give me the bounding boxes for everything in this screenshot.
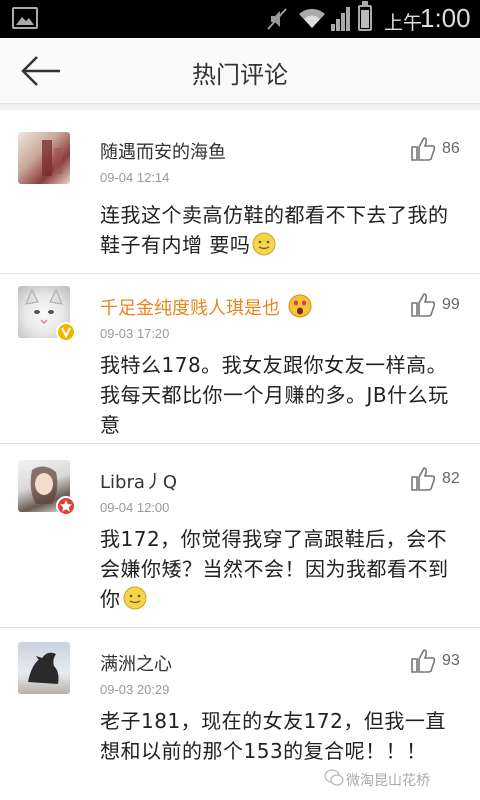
- gallery-icon: [12, 7, 38, 29]
- shocked-emoji-icon: [288, 294, 312, 318]
- thumbs-up-icon: [411, 649, 436, 673]
- comment-body: 我特么178。我女友跟你女友一样高。我每天都比你一个月赚的多。JB什么玩意: [100, 353, 449, 437]
- app-header: 热门评论: [0, 38, 480, 104]
- like-count: 99: [442, 296, 460, 313]
- comment-time: 09-03 20:29: [100, 682, 170, 697]
- vip-badge-icon: [56, 322, 76, 342]
- comment-body: 我172，你觉得我穿了高跟鞋后，会不会嫌你矮？当然不会！因为我都看不到你: [100, 527, 449, 611]
- smile-emoji-icon: [252, 232, 276, 256]
- comment-time: 09-04 12:00: [100, 500, 170, 515]
- like-button[interactable]: 82: [410, 466, 470, 492]
- like-count: 86: [442, 140, 460, 157]
- comment-body: 老子181，现在的女友172，但我一直想和以前的那个153的复合呢！！！: [100, 709, 446, 763]
- avatar[interactable]: [18, 132, 70, 184]
- battery-icon: [358, 1, 372, 31]
- comment-list: 随遇而安的海鱼 09-04 12:14 86 连我这个卖高仿鞋的都看不下去了我的…: [0, 104, 480, 800]
- status-ampm: 上午: [384, 12, 423, 34]
- comment-time: 09-04 12:14: [100, 170, 170, 185]
- watermark: 微淘昆山花桥: [324, 769, 430, 790]
- like-count: 82: [442, 470, 460, 487]
- star-badge-icon: [56, 496, 76, 516]
- comment-author[interactable]: Libra丿Q: [100, 468, 177, 494]
- wechat-icon: [324, 769, 344, 786]
- thumbs-up-icon: [411, 467, 436, 491]
- smile-emoji-icon: [123, 586, 146, 610]
- comment-author[interactable]: 随遇而安的海鱼: [100, 138, 226, 164]
- status-clock: 1:00: [420, 3, 471, 33]
- comment-item: 千足金纯度贱人琪是也 09-03 17:20 99 我特么178。我女友跟你女友…: [0, 274, 480, 444]
- wifi-icon: [299, 8, 325, 28]
- like-button[interactable]: 86: [410, 136, 470, 162]
- comment-body: 连我这个卖高仿鞋的都看不下去了我的鞋子有内增 要吗: [100, 203, 449, 257]
- signal-icon: [331, 7, 350, 31]
- thumbs-up-icon: [411, 137, 436, 161]
- comment-item: 随遇而安的海鱼 09-04 12:14 86 连我这个卖高仿鞋的都看不下去了我的…: [0, 120, 480, 274]
- avatar[interactable]: [18, 642, 70, 694]
- page-title: 热门评论: [192, 61, 288, 89]
- status-bar: 上午 1:00: [0, 0, 480, 38]
- like-count: 93: [442, 652, 460, 669]
- like-button[interactable]: 99: [410, 292, 470, 318]
- thumbs-up-icon: [411, 293, 436, 317]
- like-button[interactable]: 93: [410, 648, 470, 674]
- comment-author[interactable]: 满洲之心: [100, 650, 172, 676]
- mute-icon: [267, 8, 287, 30]
- comment-item: Libra丿Q 09-04 12:00 82 我172，你觉得我穿了高跟鞋后，会…: [0, 444, 480, 628]
- comment-author[interactable]: 千足金纯度贱人琪是也: [100, 294, 312, 320]
- comment-time: 09-03 17:20: [100, 326, 170, 341]
